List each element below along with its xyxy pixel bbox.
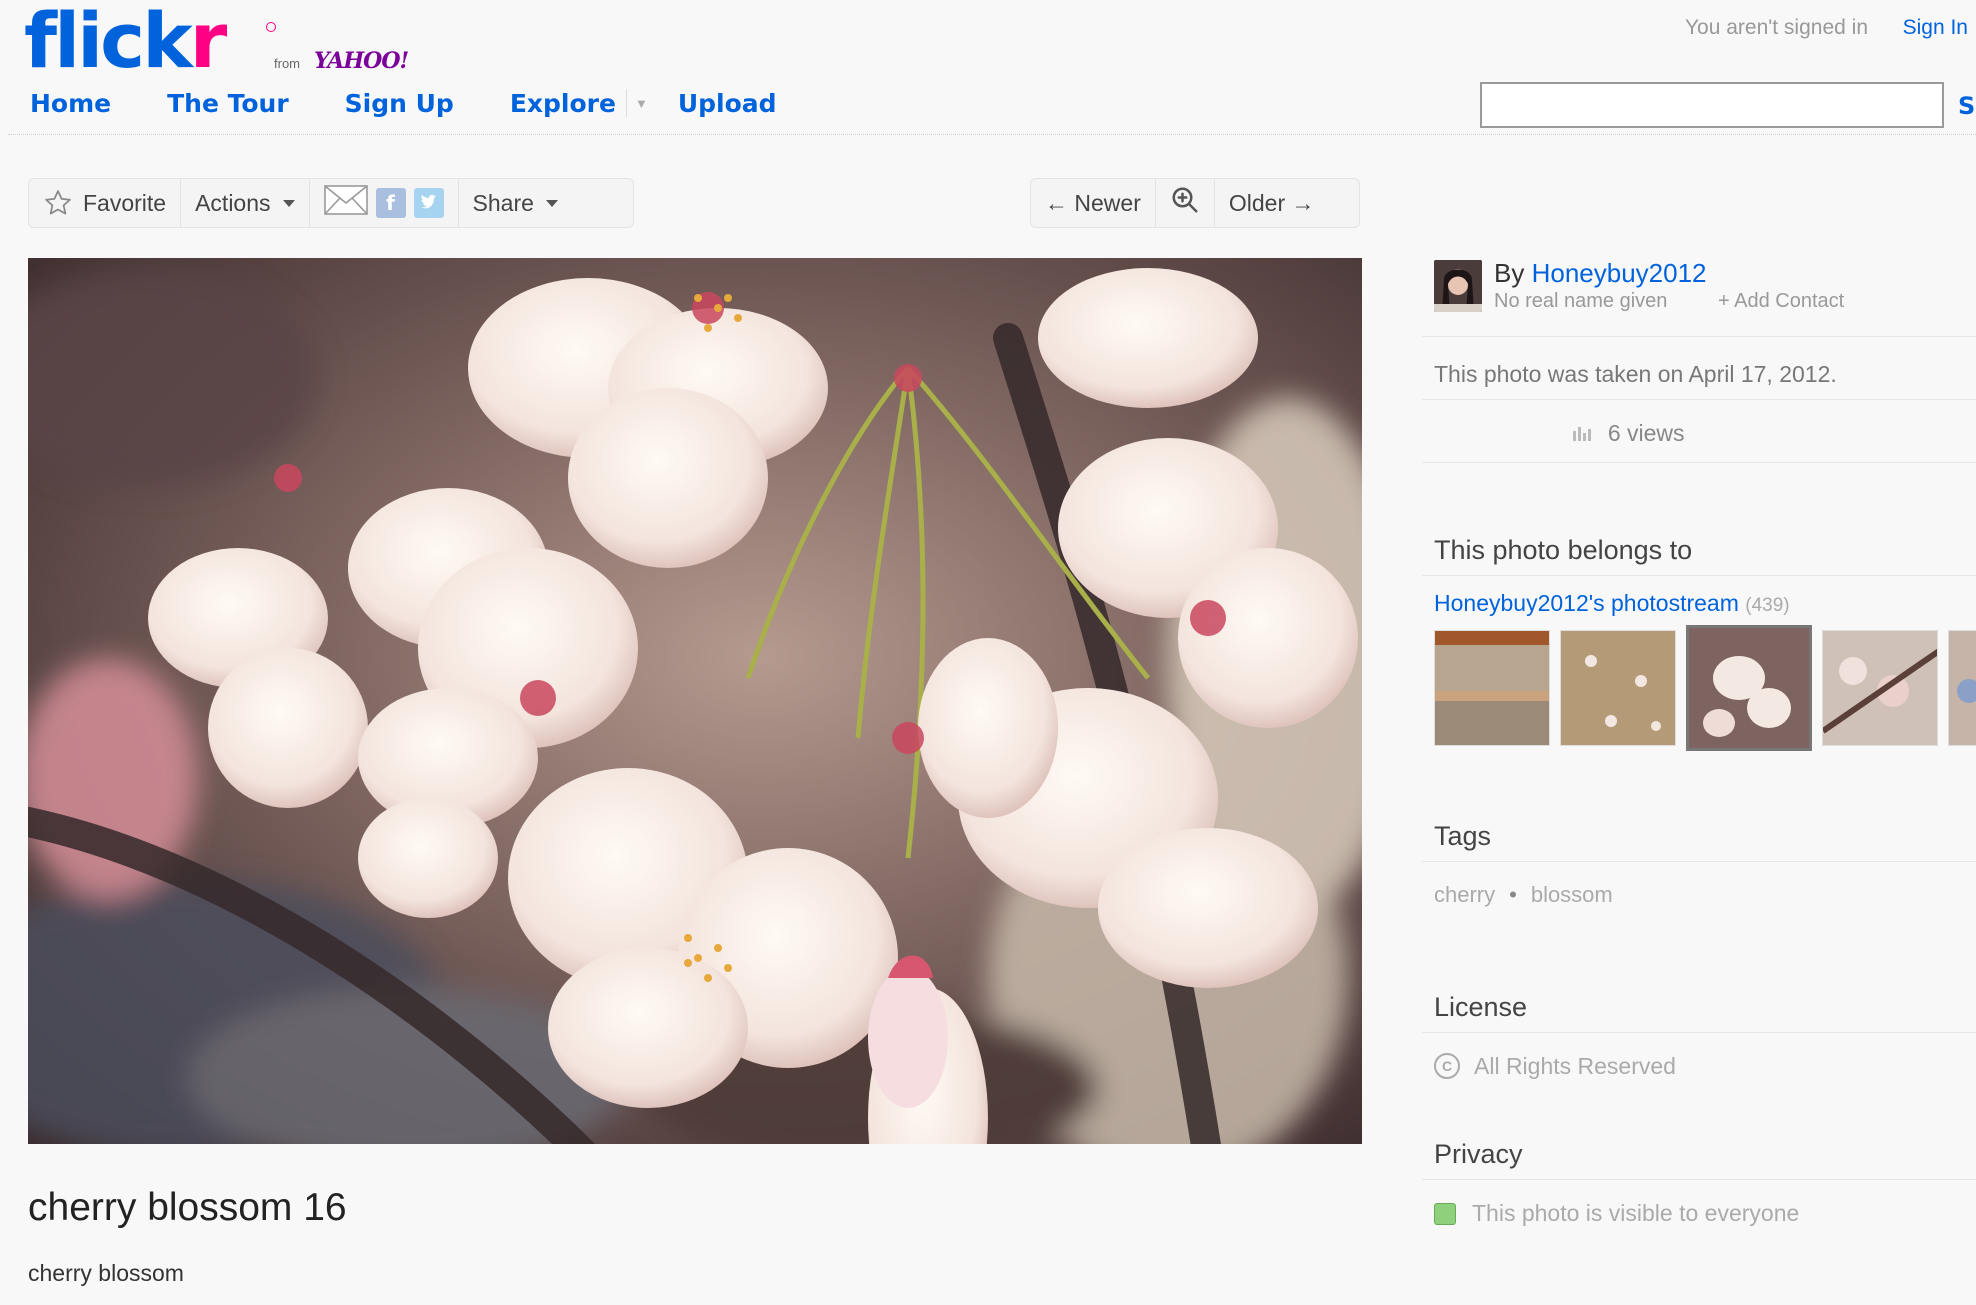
tag-blossom[interactable]: blossom [1531, 882, 1613, 907]
favorite-label: Favorite [83, 189, 167, 216]
photo-sidebar: By Honeybuy2012 No real name given + Add… [1422, 246, 1976, 1227]
star-icon [43, 188, 73, 218]
header-divider [8, 134, 1976, 135]
privacy-text: This photo is visible to everyone [1472, 1200, 1800, 1226]
photo-title: cherry blossom 16 [28, 1186, 347, 1229]
main-photo[interactable] [28, 258, 1362, 1144]
logo-text-flick: flick [24, 0, 193, 85]
avatar[interactable] [1434, 260, 1482, 312]
thumbnail-current[interactable] [1686, 625, 1812, 751]
photostream-thumbnails [1422, 625, 1976, 751]
privacy-heading: Privacy [1434, 1139, 1523, 1169]
divider [1422, 462, 1976, 463]
zoom-button[interactable] [1156, 179, 1215, 227]
license-heading: License [1434, 992, 1528, 1022]
photo-description: cherry blossom [28, 1260, 184, 1286]
registered-mark-icon [266, 22, 276, 32]
bar-chart-icon [1573, 425, 1593, 446]
explore-dropdown-icon[interactable]: ▼ [635, 96, 648, 111]
nav-upload[interactable]: Upload [678, 89, 777, 118]
search-input[interactable] [1480, 82, 1944, 128]
nav-explore-group: Explore ▼ [510, 89, 648, 118]
main-nav: Home The Tour Sign Up Explore ▼ Upload [30, 86, 833, 120]
newer-label: ← Newer [1045, 189, 1141, 216]
license-link[interactable]: All Rights Reserved [1474, 1053, 1676, 1080]
tags-heading: Tags [1434, 821, 1492, 851]
copyright-icon: C [1434, 1053, 1460, 1079]
views-count: 6 views [1607, 420, 1685, 446]
photo-navigation-toolbar: ← Newer Older → [1030, 178, 1360, 228]
owner-real-name: No real name given [1494, 290, 1668, 312]
by-prefix: By [1494, 258, 1525, 288]
zoom-icon [1170, 185, 1200, 221]
thumbnail[interactable] [1948, 630, 1976, 746]
older-button[interactable]: Older → [1215, 179, 1329, 227]
signed-out-notice: You aren't signed in [1684, 16, 1868, 39]
logo-from-text: from [274, 56, 300, 71]
share-dropdown[interactable]: Share [459, 179, 572, 227]
actions-dropdown[interactable]: Actions [181, 179, 310, 227]
belongs-heading: This photo belongs to [1434, 535, 1693, 565]
nav-sign-up[interactable]: Sign Up [345, 89, 454, 118]
thumbnail[interactable] [1560, 630, 1676, 746]
tag-list: cherry • blossom [1422, 862, 1976, 968]
logo-text-r: r [189, 0, 228, 85]
photo-actions-toolbar: Favorite Actions f Share [28, 178, 634, 228]
facebook-icon[interactable]: f [375, 188, 406, 218]
nav-explore[interactable]: Explore [510, 89, 616, 118]
newer-button[interactable]: ← Newer [1031, 179, 1156, 227]
search-button[interactable]: S [1958, 92, 1975, 120]
chevron-down-icon [545, 199, 558, 207]
nav-home[interactable]: Home [30, 89, 111, 118]
thumbnail[interactable] [1822, 630, 1938, 746]
favorite-button[interactable]: Favorite [29, 179, 182, 227]
actions-label: Actions [195, 189, 271, 216]
photostream-link[interactable]: Honeybuy2012's photostream [1434, 590, 1739, 616]
share-icons-group: f [310, 179, 459, 227]
public-visibility-icon [1434, 1202, 1456, 1225]
cherry-blossom-image [28, 258, 1362, 1144]
owner-link[interactable]: Honeybuy2012 [1532, 258, 1707, 288]
tag-separator: • [1509, 882, 1517, 907]
nav-the-tour[interactable]: The Tour [167, 89, 289, 118]
mail-icon[interactable] [323, 185, 368, 221]
thumbnail[interactable] [1434, 630, 1550, 746]
nav-divider [625, 89, 627, 117]
twitter-icon[interactable] [413, 188, 444, 218]
older-label: Older → [1228, 189, 1315, 216]
share-label: Share [472, 189, 534, 216]
chevron-down-icon [282, 199, 295, 207]
yahoo-logo-text: YAHOO! [314, 48, 409, 74]
photostream-count: (439) [1745, 595, 1790, 616]
add-contact-link[interactable]: + Add Contact [1718, 290, 1844, 313]
tag-cherry[interactable]: cherry [1434, 882, 1495, 907]
owner-info: By Honeybuy2012 No real name given + Add… [1422, 246, 1976, 336]
sign-in-link[interactable]: Sign In [1903, 16, 1968, 40]
photo-taken-date: This photo was taken on April 17, 2012. [1434, 361, 1837, 387]
flickr-logo[interactable]: flickr from YAHOO! [24, 3, 409, 79]
